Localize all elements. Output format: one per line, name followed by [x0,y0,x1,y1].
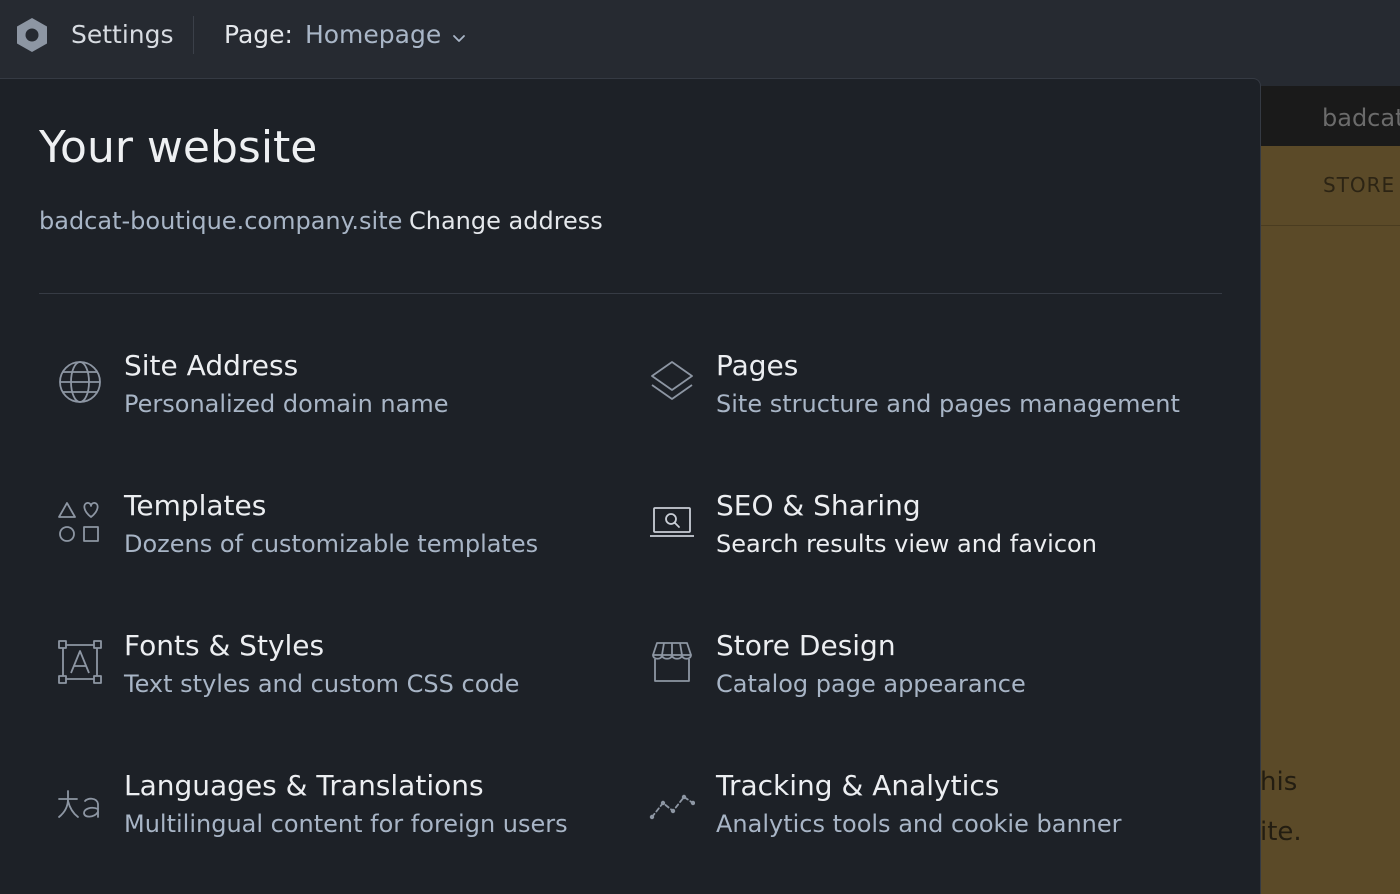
website-preview: badcat STORE his ite. [1258,86,1400,894]
menu-item-title: Languages & Translations [124,769,484,802]
menu-item-title: Store Design [716,629,896,662]
panel-divider [39,293,1222,294]
menu-item-title: Pages [716,349,799,382]
panel-title: Your website [39,122,318,173]
top-bar: Settings Page: Homepage [0,0,1400,78]
text-frame-icon [58,640,102,684]
menu-item-pages[interactable]: Pages Site structure and pages managemen… [649,349,1209,439]
menu-item-title: Tracking & Analytics [716,769,1000,802]
page-selector-value: Homepage [304,20,442,49]
preview-header: badcat [1258,86,1400,146]
page-selector-dropdown[interactable]: Page: Homepage [224,19,467,51]
globe-icon [59,361,101,403]
settings-title: Settings [71,20,174,49]
menu-item-description: Multilingual content for foreign users [124,810,568,838]
site-url-link[interactable]: badcat-boutique.company.site [39,206,402,236]
topbar-divider [193,16,194,54]
menu-item-store-design[interactable]: Store Design Catalog page appearance [649,629,1209,719]
menu-item-title: Templates [124,489,267,522]
shapes-icon [58,502,99,542]
menu-item-title: Site Address [124,349,299,382]
menu-item-description: Dozens of customizable templates [124,530,539,558]
laptop-search-icon [650,507,694,537]
menu-item-description: Text styles and custom CSS code [124,670,520,698]
menu-item-tracking-analytics[interactable]: Tracking & Analytics Analytics tools and… [649,769,1209,859]
logo-icon[interactable] [14,16,50,54]
menu-item-languages-translations[interactable]: Languages & Translations Multilingual co… [57,769,617,859]
menu-item-site-address[interactable]: Site Address Personalized domain name [57,349,617,439]
preview-nav-store: STORE [1323,173,1396,197]
menu-item-description: Site structure and pages management [716,390,1180,418]
layers-icon [651,361,693,400]
preview-text-line: ite. [1260,817,1302,847]
change-address-link[interactable]: Change address [409,206,603,236]
menu-item-description: Analytics tools and cookie banner [716,810,1122,838]
menu-item-title: Fonts & Styles [124,629,325,662]
menu-item-description: Catalog page appearance [716,670,1026,698]
menu-item-fonts-styles[interactable]: Fonts & Styles Text styles and custom CS… [57,629,617,719]
menu-item-description: Search results view and favicon [716,530,1097,558]
menu-item-seo-sharing[interactable]: SEO & Sharing Search results view and fa… [649,489,1209,579]
translate-icon [58,790,99,818]
settings-panel: Your website badcat-boutique.company.sit… [0,78,1261,894]
storefront-icon [652,642,692,682]
menu-item-templates[interactable]: Templates Dozens of customizable templat… [57,489,617,579]
preview-site-name: badcat [1322,104,1400,132]
menu-item-title: SEO & Sharing [716,489,921,522]
page-selector-label: Page: [224,20,293,49]
analytics-line-icon [649,794,695,820]
preview-text-line: his [1260,767,1298,797]
menu-item-description: Personalized domain name [124,390,449,418]
preview-nav: STORE [1258,146,1400,226]
chevron-down-icon [453,35,466,42]
